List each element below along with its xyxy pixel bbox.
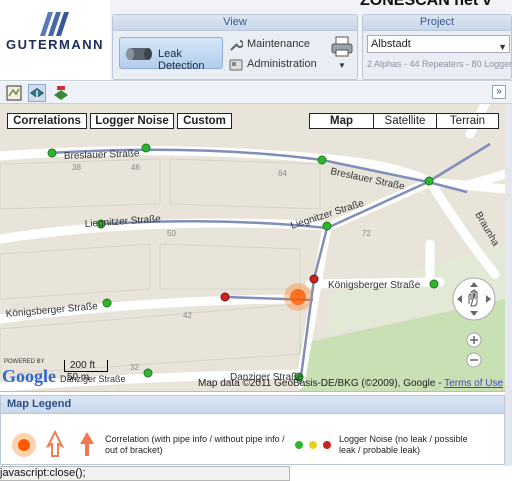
house-number: 38 <box>72 163 81 172</box>
correlation-glow-icon <box>12 433 36 457</box>
logger-marker[interactable] <box>429 279 439 289</box>
wrench-icon <box>230 40 243 51</box>
map-legend: Map Legend Correlation (with pipe info /… <box>0 395 505 465</box>
project-select[interactable]: Albstadt ▼ <box>367 35 510 53</box>
terms-of-use-link[interactable]: Terms of Use <box>444 378 503 389</box>
correlations-tab[interactable]: Correlations <box>7 113 87 129</box>
print-dropdown-icon[interactable]: ▼ <box>338 61 346 70</box>
scrollbar[interactable] <box>505 104 512 466</box>
logger-noise-legend-text: Logger Noise (no leak / possible leak / … <box>339 434 468 455</box>
app-window: GUTERMANN ZONESCAN net v View Leak Detec… <box>0 0 512 481</box>
logger-noise-tab[interactable]: Logger Noise <box>90 113 174 129</box>
scale-m: 50 m <box>67 372 90 383</box>
zoom-out-icon[interactable] <box>466 352 482 368</box>
logger-marker-probable[interactable] <box>309 274 319 284</box>
house-number: 32 <box>130 363 139 372</box>
logger-noise-dots-icon <box>295 441 331 449</box>
project-select-value: Albstadt <box>371 38 411 50</box>
pipe-icon <box>126 48 152 60</box>
project-group-header: Project <box>363 15 511 31</box>
powered-by-label: POWERED BY <box>4 359 45 365</box>
map-canvas[interactable]: Breslauer Straße Breslauer Straße Liegni… <box>0 104 505 392</box>
admin-icon <box>229 59 243 71</box>
administration-label: Administration <box>247 58 317 70</box>
status-bar: javascript:close(); <box>0 466 290 481</box>
map-type-satellite[interactable]: Satellite <box>373 113 437 129</box>
scale-ft: 200 ft <box>64 360 108 372</box>
logger-marker[interactable] <box>317 155 327 165</box>
maintenance-button[interactable]: Maintenance <box>229 37 329 53</box>
leak-detection-label: Leak Detection <box>158 48 205 72</box>
map-scale: 200 ft 50 m <box>64 360 108 383</box>
correlation-legend-text: Correlation (with pipe info / without pi… <box>105 434 285 455</box>
logger-marker[interactable] <box>143 368 153 378</box>
house-number: 50 <box>167 229 176 238</box>
logger-marker-probable[interactable] <box>220 292 230 302</box>
map-frame-icon[interactable] <box>5 84 23 102</box>
map-attribution: Map data ©2011 GeoBasis-DE/BKG (©2009), … <box>198 378 503 389</box>
correlation-leak-marker[interactable] <box>290 289 306 305</box>
gutermann-logo: GUTERMANN <box>0 0 110 80</box>
house-number: 72 <box>362 229 371 238</box>
map-view[interactable]: Breslauer Straße Breslauer Straße Liegni… <box>0 104 505 392</box>
logo-marks-icon <box>40 12 69 36</box>
house-number: 64 <box>278 169 287 178</box>
app-title: ZONESCAN net v <box>360 0 492 9</box>
print-button[interactable]: ▼ <box>329 35 355 75</box>
attribution-text: Map data ©2011 GeoBasis-DE/BKG (©2009), … <box>198 378 445 389</box>
view-group-header: View <box>113 15 357 31</box>
leak-detection-button[interactable]: Leak Detection <box>119 37 223 72</box>
administration-button[interactable]: Administration <box>229 57 329 73</box>
logger-marker[interactable] <box>141 143 151 153</box>
logger-marker[interactable] <box>47 148 57 158</box>
chevron-down-icon: ▼ <box>498 42 507 52</box>
map-type-terrain[interactable]: Terrain <box>437 113 499 129</box>
house-number: 46 <box>131 163 140 172</box>
map-legend-header[interactable]: Map Legend <box>1 396 504 414</box>
logger-marker[interactable] <box>102 298 112 308</box>
map-toolbar: » <box>0 82 512 104</box>
brand-wordmark: GUTERMANN <box>6 37 104 52</box>
custom-tab[interactable]: Custom <box>177 113 232 129</box>
printer-icon <box>331 36 353 57</box>
maintenance-label: Maintenance <box>247 38 310 50</box>
legend-toggle-icon[interactable] <box>52 84 70 102</box>
view-group: View Leak Detection Maintenance Administ… <box>112 14 358 80</box>
collapse-button[interactable]: » <box>492 85 506 99</box>
logger-marker[interactable] <box>322 221 332 231</box>
logger-marker[interactable] <box>424 176 434 186</box>
google-logo: Google <box>2 366 56 386</box>
map-layer-icon[interactable] <box>28 84 46 102</box>
street-label: Königsberger Straße <box>328 280 421 291</box>
correlation-no-pipe-icon <box>45 430 65 457</box>
pan-control-icon[interactable] <box>451 276 497 322</box>
ribbon-header: GUTERMANN ZONESCAN net v View Leak Detec… <box>0 0 512 81</box>
house-number: 42 <box>183 311 192 320</box>
project-summary: 2 Alphas - 44 Repeaters - 80 Loggers <box>367 59 512 69</box>
project-group: Project Albstadt ▼ 2 Alphas - 44 Repeate… <box>362 14 512 80</box>
map-type-map[interactable]: Map <box>309 113 373 129</box>
zoom-in-icon[interactable] <box>466 332 482 348</box>
correlation-out-of-bracket-icon <box>80 432 94 456</box>
